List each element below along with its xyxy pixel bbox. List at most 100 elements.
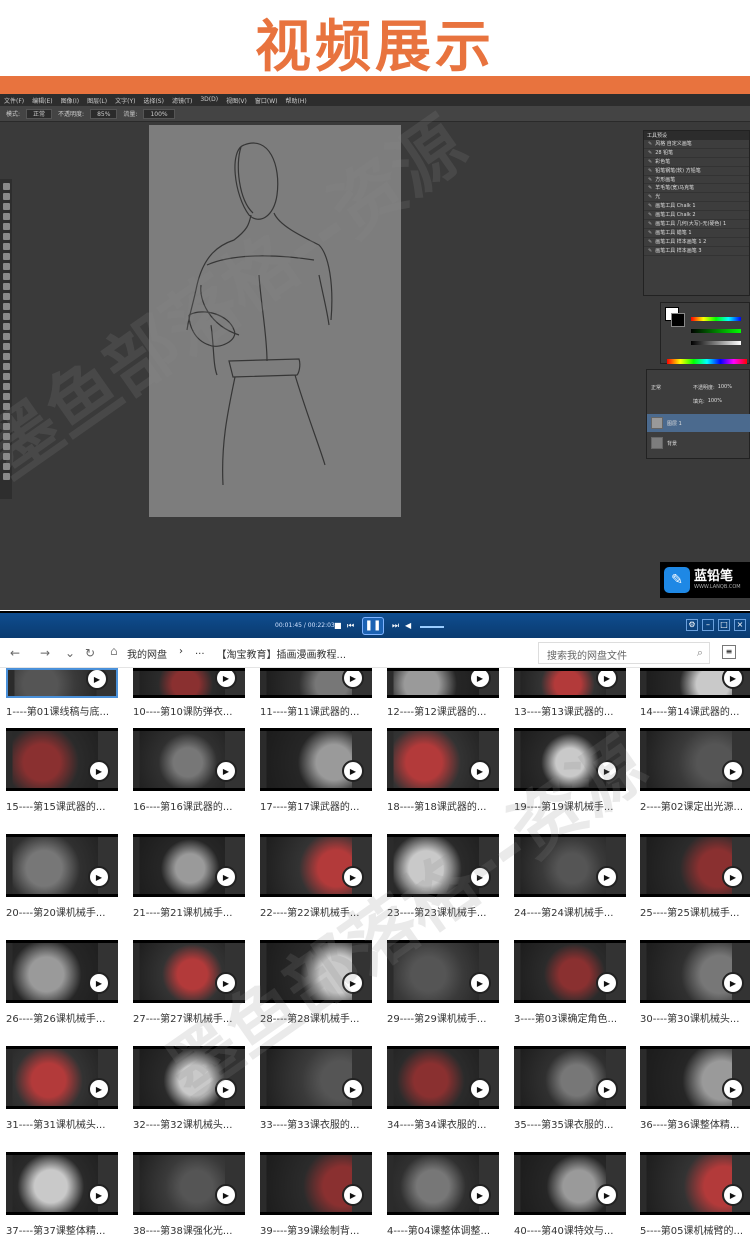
video-thumbnail[interactable]: ▶	[387, 1152, 499, 1215]
mode-select[interactable]: 正常	[26, 108, 53, 119]
brush-preset-item[interactable]: ✎ 铅笔钢笔(软) 方铅笔	[644, 167, 749, 176]
video-tile[interactable]: ▶ 32----第32课机械头...	[133, 1046, 245, 1140]
video-thumbnail[interactable]: ▶	[133, 940, 245, 1003]
video-thumbnail[interactable]: ▶	[514, 668, 626, 698]
brush-preset-item[interactable]: ✎ 羊毛笔(宽)马克笔	[644, 184, 749, 194]
video-thumbnail[interactable]: ▶	[640, 940, 750, 1003]
video-thumbnail[interactable]: ▶	[514, 940, 626, 1003]
play-icon[interactable]: ▶	[215, 866, 237, 888]
video-tile[interactable]: ▶ 36----第36课整体精...	[640, 1046, 750, 1140]
video-title[interactable]: 38----第38课强化光...	[133, 1222, 245, 1237]
layer-blend-mode[interactable]: 正常	[651, 384, 661, 391]
video-thumbnail[interactable]: ▶	[6, 1152, 118, 1215]
video-tile[interactable]: ▶ 3----第03课确定角色...	[514, 940, 626, 1034]
video-tile[interactable]: ▶ 30----第30课机械头...	[640, 940, 750, 1034]
play-icon[interactable]: ▶	[342, 866, 364, 888]
video-title[interactable]: 34----第34课衣服的...	[387, 1116, 499, 1131]
video-title[interactable]: 40----第40课特效与...	[514, 1222, 626, 1237]
brush-preset-item[interactable]: ✎ 画笔工具 蜡笔 1	[644, 229, 749, 238]
video-thumbnail[interactable]: ▶	[640, 668, 750, 698]
video-thumbnail[interactable]: ▶	[260, 1152, 372, 1215]
video-thumbnail[interactable]: ▶	[640, 1046, 750, 1109]
tool-icon[interactable]	[2, 403, 10, 410]
video-tile[interactable]: ▶ 19----第19课机械手...	[514, 728, 626, 822]
layer-row[interactable]: 背景	[647, 434, 750, 452]
video-tile[interactable]: ▶ 15----第15课武器的...	[6, 728, 118, 822]
color-spectrum[interactable]	[667, 359, 747, 364]
tool-icon[interactable]	[2, 333, 10, 340]
tool-icon[interactable]	[2, 373, 10, 380]
play-icon[interactable]: ▶	[215, 972, 237, 994]
play-icon[interactable]: ▶	[596, 866, 618, 888]
video-thumbnail[interactable]: ▶	[260, 728, 372, 791]
video-title[interactable]: 15----第15课武器的...	[6, 798, 118, 813]
video-title[interactable]: 31----第31课机械头...	[6, 1116, 118, 1131]
play-icon[interactable]: ▶	[88, 760, 110, 782]
next-icon[interactable]: ⏭	[392, 621, 399, 631]
minimize-icon[interactable]: –	[702, 619, 714, 631]
video-thumbnail[interactable]: ▶	[640, 834, 750, 897]
color-slider-r[interactable]	[691, 317, 741, 321]
video-tile[interactable]: ▶ 28----第28课机械手...	[260, 940, 372, 1034]
tool-icon[interactable]	[2, 423, 10, 430]
tool-icon[interactable]	[2, 433, 10, 440]
video-tile[interactable]: ▶ 33----第33课衣服的...	[260, 1046, 372, 1140]
tool-icon[interactable]	[2, 323, 10, 330]
video-tile[interactable]: ▶ 20----第20课机械手...	[6, 834, 118, 928]
tool-icon[interactable]	[2, 363, 10, 370]
color-slider-b[interactable]	[691, 341, 741, 345]
video-tile[interactable]: ▶ 21----第21课机械手...	[133, 834, 245, 928]
tool-icon[interactable]	[2, 263, 10, 270]
video-tile[interactable]: ▶ 5----第05课机械臂的...	[640, 1152, 750, 1246]
tool-icon[interactable]	[2, 193, 10, 200]
brush-preset-item[interactable]: ✎ 彩色笔	[644, 158, 749, 167]
back-icon[interactable]: ←	[10, 646, 20, 660]
tool-icon[interactable]	[2, 453, 10, 460]
tool-icon[interactable]	[2, 413, 10, 420]
dropdown-icon[interactable]: ⌄	[65, 646, 75, 660]
video-title[interactable]: 10----第10课防弹衣...	[133, 703, 245, 718]
video-title[interactable]: 19----第19课机械手...	[514, 798, 626, 813]
play-icon[interactable]: ▶	[469, 1078, 491, 1100]
tool-icon[interactable]	[2, 243, 10, 250]
brush-preset-item[interactable]: ✎ 画笔工具 几何(大写)-无(硬色) 1	[644, 220, 749, 229]
maximize-icon[interactable]: □	[718, 619, 730, 631]
play-icon[interactable]: ▶	[469, 760, 491, 782]
play-icon[interactable]: ▶	[722, 866, 744, 888]
video-thumbnail[interactable]: ▶	[133, 1152, 245, 1215]
video-thumbnail[interactable]: ▶	[6, 728, 118, 791]
video-thumbnail[interactable]: ▶	[133, 728, 245, 791]
flow-field[interactable]: 100%	[143, 108, 175, 119]
video-title[interactable]: 24----第24课机械手...	[514, 904, 626, 919]
close-icon[interactable]: ×	[734, 619, 746, 631]
video-tile[interactable]: ▶ 31----第31课机械头...	[6, 1046, 118, 1140]
video-thumbnail[interactable]: ▶	[6, 1046, 118, 1109]
video-title[interactable]: 39----第39课绘制背...	[260, 1222, 372, 1237]
video-tile[interactable]: ▶ 35----第35课衣服的...	[514, 1046, 626, 1140]
ps-menu-item[interactable]: 编辑(E)	[32, 96, 52, 105]
ps-menu-item[interactable]: 图像(I)	[61, 96, 79, 105]
play-icon[interactable]: ▶	[722, 1184, 744, 1206]
tool-icon[interactable]	[2, 293, 10, 300]
tool-icon[interactable]	[2, 313, 10, 320]
brush-preset-item[interactable]: ✎ 风格 自定义画笔	[644, 140, 749, 149]
video-thumbnail[interactable]: ▶	[514, 728, 626, 791]
color-slider-g[interactable]	[691, 329, 741, 333]
video-title[interactable]: 13----第13课武器的...	[514, 703, 626, 718]
video-title[interactable]: 30----第30课机械头...	[640, 1010, 750, 1025]
video-tile[interactable]: ▶ 39----第39课绘制背...	[260, 1152, 372, 1246]
play-icon[interactable]: ▶	[722, 671, 744, 689]
tool-icon[interactable]	[2, 233, 10, 240]
video-thumbnail[interactable]: ▶	[133, 834, 245, 897]
play-icon[interactable]: ▶	[722, 972, 744, 994]
tool-icon[interactable]	[2, 393, 10, 400]
video-title[interactable]: 17----第17课武器的...	[260, 798, 372, 813]
play-icon[interactable]: ▶	[88, 972, 110, 994]
video-tile[interactable]: ▶ 22----第22课机械手...	[260, 834, 372, 928]
brush-preset-item[interactable]: ✎ 28 铅笔	[644, 149, 749, 158]
video-thumbnail[interactable]: ▶	[514, 1046, 626, 1109]
video-tile[interactable]: ▶ 23----第23课机械手...	[387, 834, 499, 928]
play-icon[interactable]: ▶	[342, 1078, 364, 1100]
video-thumbnail[interactable]: ▶	[387, 728, 499, 791]
video-thumbnail[interactable]: ▶	[640, 728, 750, 791]
